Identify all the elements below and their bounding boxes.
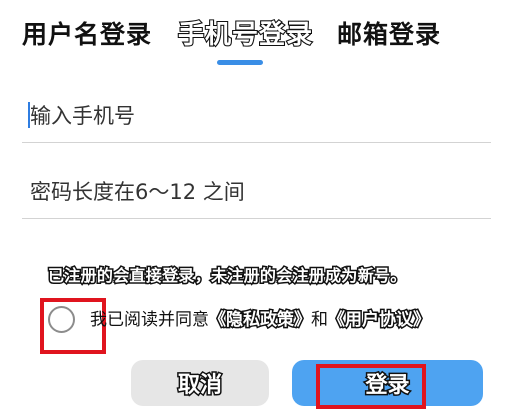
text-cursor xyxy=(28,102,30,128)
agreement-conjunction: 和 xyxy=(311,310,328,330)
phone-field xyxy=(22,94,491,143)
password-input[interactable] xyxy=(22,170,491,214)
password-field xyxy=(22,170,491,219)
agreement-text: 我已阅读并同意《隐私政策》和《用户协议》 xyxy=(90,308,432,332)
cancel-button[interactable]: 取消 xyxy=(131,360,269,406)
tab-phone-login-label: 手机号登录 xyxy=(177,19,314,51)
user-agreement-link[interactable]: 《用户协议》 xyxy=(327,309,432,332)
login-notice: 已注册的会直接登录，未注册的会注册成为新号。 xyxy=(47,265,408,287)
privacy-policy-link[interactable]: 《隐私政策》 xyxy=(208,309,313,332)
phone-input[interactable] xyxy=(22,94,491,138)
agreement-row: 我已阅读并同意《隐私政策》和《用户协议》 xyxy=(40,298,480,354)
login-button[interactable]: 登录 xyxy=(292,360,483,406)
login-tabs: 用户名登录 手机号登录 邮箱登录 xyxy=(0,0,513,70)
tab-email-login[interactable]: 邮箱登录 xyxy=(337,18,441,52)
active-tab-indicator xyxy=(217,60,263,65)
tab-username-login[interactable]: 用户名登录 xyxy=(22,18,152,52)
agreement-prefix: 我已阅读并同意 xyxy=(90,310,209,330)
agreement-radio-button[interactable] xyxy=(48,306,75,333)
tab-phone-login[interactable]: 手机号登录 xyxy=(177,18,314,52)
